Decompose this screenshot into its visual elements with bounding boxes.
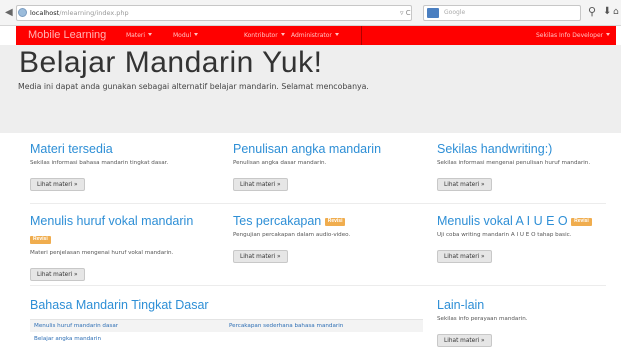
card-description: Sekilas informasi bahasa mandarin tingka… (30, 160, 169, 166)
url-path: /mlearning/index.php (59, 9, 129, 17)
revisi-badge: Revisi (324, 217, 346, 226)
navbar: Mobile Learning Materi Modul Kontributor… (16, 26, 616, 45)
revisi-badge: Revisi (30, 235, 51, 244)
lihat-materi-button[interactable]: Lihat materi » (233, 178, 288, 191)
card-description: Sekilas informasi mengenai penulisan hur… (437, 160, 591, 166)
link-belajar-angka[interactable]: Belajar angka mandarin (34, 333, 101, 346)
caret-down-icon (334, 33, 339, 36)
search-placeholder: Google (444, 9, 466, 16)
search-engine-icon[interactable] (427, 8, 439, 18)
lihat-materi-button[interactable]: Lihat materi » (30, 178, 85, 191)
navbar-brand[interactable]: Mobile Learning (28, 29, 106, 42)
nav-label-sekilas-info: Sekilas Info Developer (536, 32, 604, 39)
card-title: Menulis vokal A I U E O (437, 214, 568, 228)
card-description: Pengujian percakapan dalam audio-video. (233, 232, 351, 238)
navbar-divider (361, 26, 362, 45)
nav-item-administrator[interactable]: Administrator (291, 32, 339, 40)
nav-label-kontributor: Kontributor (244, 32, 278, 39)
link-menulis-huruf-dasar[interactable]: Menulis huruf mandarin dasar (34, 320, 118, 333)
table-row: Menulis huruf mandarin dasar Percakapan … (30, 319, 423, 332)
page-lead: Media ini dapat anda gunakan sebagai alt… (18, 82, 369, 91)
caret-down-icon (280, 33, 285, 36)
table-row: Belajar angka mandarin (30, 333, 423, 346)
materi-link-table: Menulis huruf mandarin dasar Percakapan … (30, 319, 423, 349)
reload-icon[interactable]: ▿ C (400, 8, 411, 18)
url-host: localhost (30, 9, 60, 17)
nav-label-administrator: Administrator (291, 32, 332, 39)
lihat-materi-button[interactable]: Lihat materi » (437, 250, 492, 263)
bookmark-icon[interactable]: ⚲ (588, 5, 596, 19)
browser-toolbar: ◀ localhost/mlearning/index.php ▿ C Goog… (0, 0, 621, 26)
card-description: Sekilas info perayaan mandarin. (437, 316, 528, 322)
lihat-materi-button[interactable]: Lihat materi » (437, 334, 492, 347)
card-materi-tersedia: Materi tersedia Sekilas informasi bahasa… (30, 142, 168, 191)
caret-down-icon (606, 33, 611, 36)
section-title: Bahasa Mandarin Tingkat Dasar (30, 298, 209, 312)
card-sekilas-handwriting: Sekilas handwriting:) Sekilas informasi … (437, 142, 590, 191)
caret-down-icon (148, 33, 153, 36)
section-bahasa-mandarin-dasar: Bahasa Mandarin Tingkat Dasar (30, 298, 209, 313)
lihat-materi-button[interactable]: Lihat materi » (30, 268, 85, 281)
lihat-materi-button[interactable]: Lihat materi » (437, 178, 492, 191)
back-arrow-icon[interactable]: ◀ (5, 7, 13, 19)
card-description: Penulisan angka dasar mandarin. (233, 160, 327, 166)
home-icon[interactable]: ⌂ (613, 5, 619, 19)
nav-item-modul[interactable]: Modul (173, 32, 199, 40)
nav-item-kontributor[interactable]: Kontributor (244, 32, 285, 40)
card-menulis-huruf-vokal: Menulis huruf vokal mandarin Revisi Mate… (30, 214, 193, 281)
card-description: Uji coba writing mandarin A I U E O taha… (437, 232, 572, 238)
row-divider (30, 285, 606, 286)
card-title: Sekilas handwriting:) (437, 142, 553, 156)
nav-label-modul: Modul (173, 32, 192, 39)
link-percakapan-sederhana[interactable]: Percakapan sederhana bahasa mandarin (229, 320, 343, 333)
caret-down-icon (194, 33, 199, 36)
revisi-badge: Revisi (571, 217, 592, 226)
page-title: Belajar Mandarin Yuk! (19, 46, 323, 79)
address-text[interactable]: localhost/mlearning/index.php (30, 8, 129, 18)
card-menulis-vokal-aiueo: Menulis vokal A I U E O Revisi Uji coba … (437, 214, 592, 263)
card-title: Lain-lain (437, 298, 485, 312)
card-penulisan-angka: Penulisan angka mandarin Penulisan angka… (233, 142, 381, 191)
nav-label-materi: Materi (126, 32, 146, 39)
card-title: Menulis huruf vokal mandarin (30, 214, 194, 228)
globe-icon (18, 8, 27, 17)
nav-item-sekilas-info[interactable]: Sekilas Info Developer (536, 32, 611, 40)
card-tes-percakapan: Tes percakapan Revisi Pengujian percakap… (233, 214, 350, 263)
card-lain-lain: Lain-lain Sekilas info perayaan mandarin… (437, 298, 528, 347)
download-icon[interactable]: ⬇ (603, 5, 611, 19)
card-description: Materi penjelasan mengenai huruf vokal m… (30, 250, 174, 256)
card-title: Materi tersedia (30, 142, 113, 156)
lihat-materi-button[interactable]: Lihat materi » (233, 250, 288, 263)
row-divider (30, 203, 606, 204)
nav-item-materi[interactable]: Materi (126, 32, 153, 40)
card-title: Tes percakapan (233, 214, 322, 228)
card-title: Penulisan angka mandarin (233, 142, 382, 156)
